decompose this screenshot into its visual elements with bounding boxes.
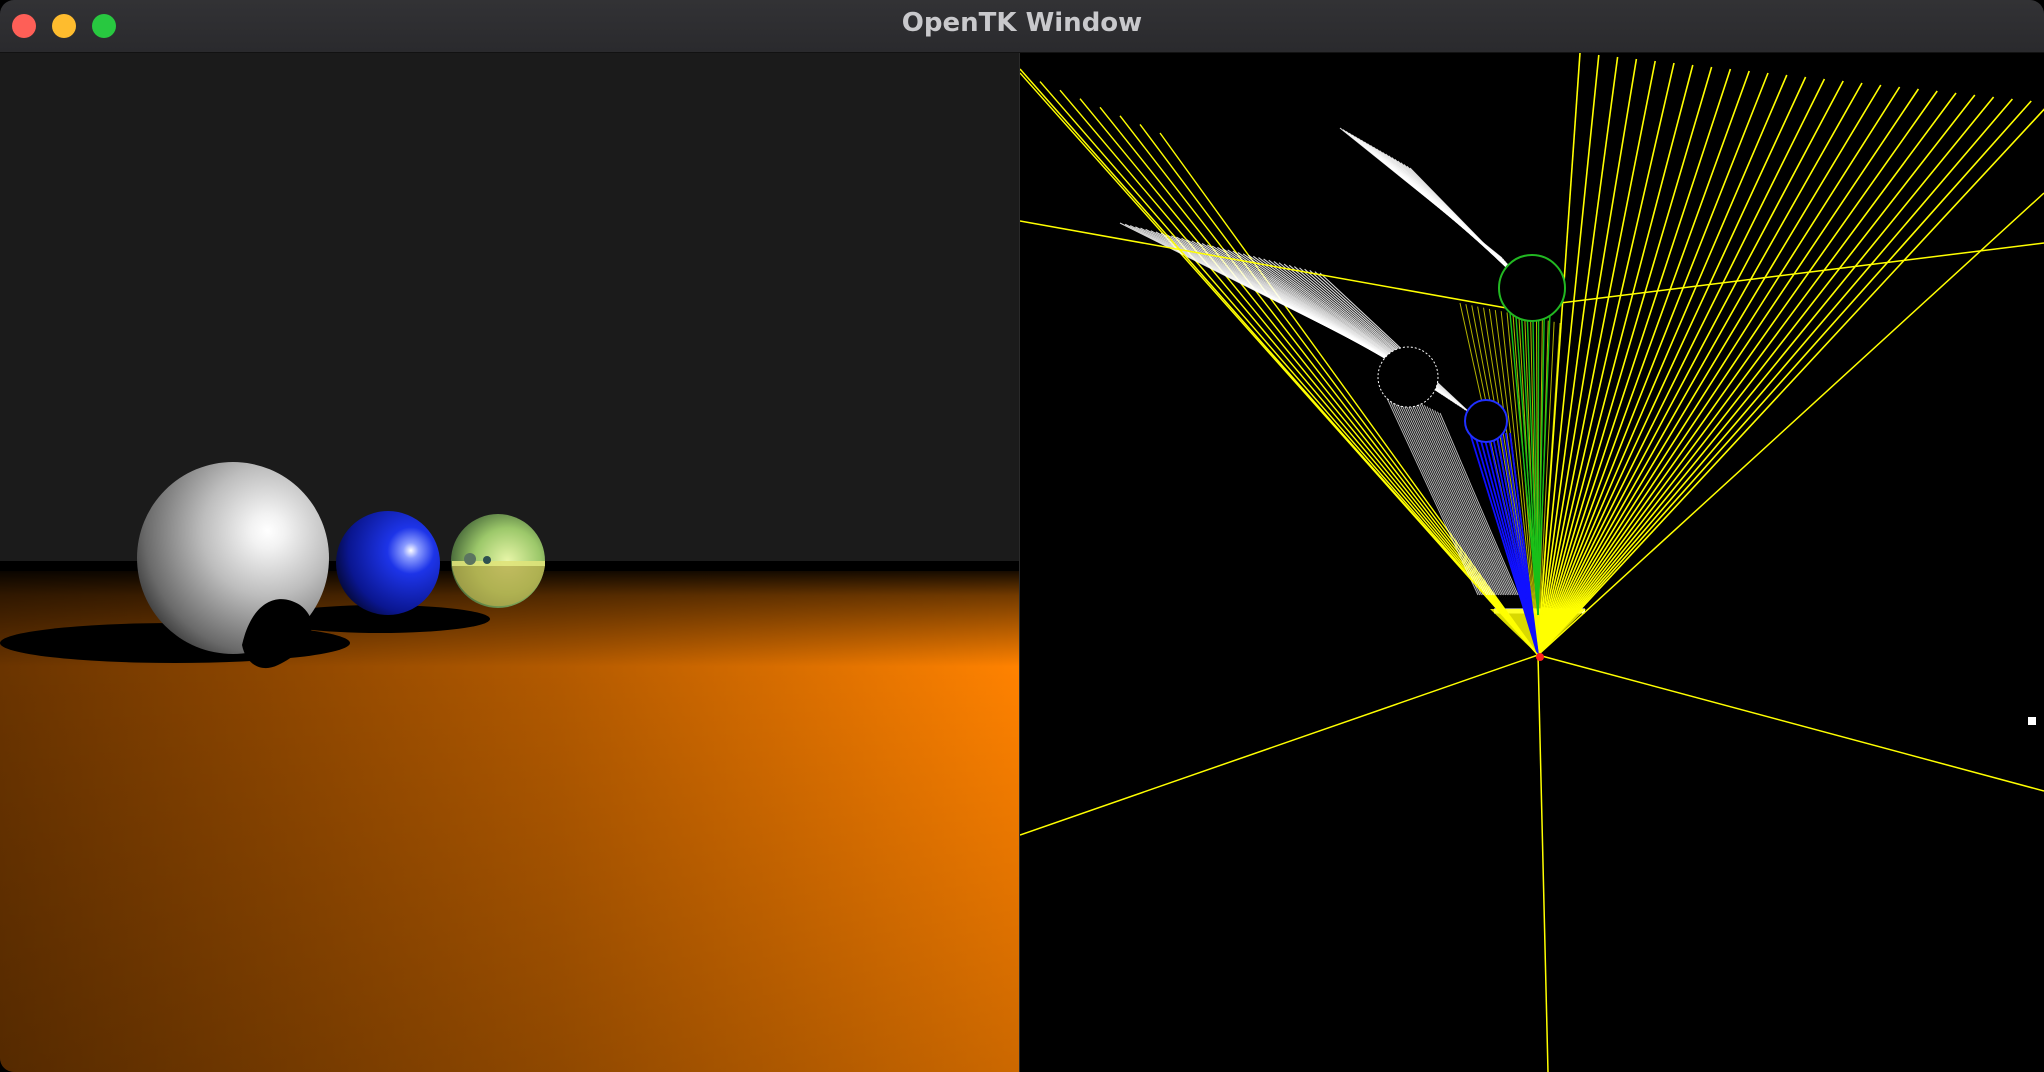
ray-segment [1537, 86, 1901, 656]
ray-segment [1537, 98, 2014, 656]
app-window: OpenTK Window [0, 0, 2044, 1072]
ray-segment [1537, 84, 1882, 656]
ray-segment [1537, 60, 1656, 656]
ray-segment [1537, 94, 1976, 656]
raytrace-render-view[interactable] [0, 53, 1019, 1072]
ray-segment [1537, 80, 1844, 656]
frustum-edge-down [1537, 654, 1549, 1072]
gl-viewport[interactable] [0, 53, 2044, 1072]
ray-segment [1537, 96, 1995, 656]
blue-sphere [336, 511, 440, 615]
ray-segment [1537, 76, 1807, 656]
render-canvas [0, 53, 1019, 1072]
ray-segment [1537, 78, 1826, 656]
debug-sphere-green [1498, 254, 1566, 322]
ray-segment [1537, 100, 2032, 656]
ray-segment [1537, 70, 1750, 656]
ray-segment [1159, 132, 1539, 656]
debug-sphere-blue [1464, 399, 1508, 443]
ray-segment [1039, 81, 1539, 656]
ray-segment [1537, 66, 1713, 656]
ray-segment [1099, 106, 1539, 656]
ray-segment [1537, 108, 2044, 656]
frustum-edge-right [1537, 654, 2044, 792]
ray-debug-view[interactable] [1020, 53, 2044, 1072]
debug-sphere-white [1377, 346, 1439, 408]
frustum-edge-left [1020, 654, 1539, 836]
ray-segment [1537, 64, 1694, 656]
debug-canvas [1020, 53, 2044, 1072]
reflection-rays [1469, 312, 1551, 656]
window-title: OpenTK Window [901, 8, 1143, 38]
title-bar[interactable]: OpenTK Window [0, 0, 2044, 53]
primary-rays [1020, 53, 2044, 656]
camera-marker [1536, 653, 1544, 661]
ray-segment [1537, 90, 1938, 656]
ray-segment [1537, 74, 1788, 656]
light-marker [2028, 717, 2036, 725]
ray-segment [1537, 92, 1957, 656]
